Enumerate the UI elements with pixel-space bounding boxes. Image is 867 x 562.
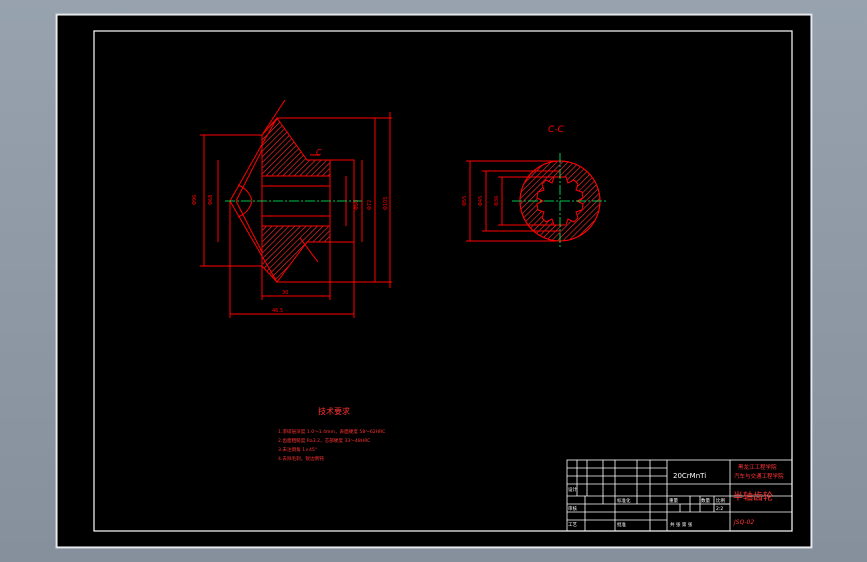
svg-text:Φ96: Φ96 bbox=[192, 195, 198, 205]
tech-note-3: 3.未注倒角 1×45° bbox=[278, 446, 317, 453]
part-name: 半轴齿轮 bbox=[733, 490, 773, 503]
row-standard: 标准化 bbox=[617, 497, 631, 504]
row-designer: 设计 bbox=[568, 486, 577, 493]
school-line-1: 黑龙江工程学院 bbox=[738, 463, 777, 471]
engineering-drawing: Φ96 Φ68 Φ50 Φ72 Φ105 30 46.5 C C-C Φ55 Φ… bbox=[55, 13, 813, 549]
row-process: 工艺 bbox=[568, 522, 577, 528]
row-checker: 审核 bbox=[568, 505, 577, 512]
svg-text:Φ45: Φ45 bbox=[478, 196, 484, 206]
tech-notes-title: 技术要求 bbox=[318, 406, 350, 416]
svg-text:Φ36: Φ36 bbox=[494, 196, 500, 206]
sheets-label: 共 张 第 张 bbox=[670, 521, 693, 528]
drawing-number: JSQ-02 bbox=[733, 519, 754, 526]
school-line-2: 汽车与交通工程学院 bbox=[734, 472, 784, 480]
section-view-label: C-C bbox=[548, 125, 565, 135]
svg-text:Φ55: Φ55 bbox=[462, 196, 468, 206]
svg-text:46.5: 46.5 bbox=[272, 308, 283, 314]
cad-viewport: Φ96 Φ68 Φ50 Φ72 Φ105 30 46.5 C C-C Φ55 Φ… bbox=[0, 0, 867, 562]
sheet-background bbox=[55, 13, 813, 549]
tech-note-4: 4.去除毛刺，锐边倒钝 bbox=[278, 455, 324, 462]
svg-text:30: 30 bbox=[282, 290, 288, 296]
svg-text:Φ72: Φ72 bbox=[367, 200, 373, 210]
weight-label: 重量 bbox=[669, 497, 678, 504]
svg-text:Φ68: Φ68 bbox=[208, 195, 214, 205]
scale-label: 比例 bbox=[716, 497, 725, 504]
tech-note-2: 2.齿面粗糙度 Ra3.2，芯部硬度 33～48HRC bbox=[278, 437, 370, 444]
tech-note-1: 1.渗碳层深度 1.0～1.4mm，表面硬度 58～62HRC bbox=[278, 428, 385, 435]
quantity-label: 数量 bbox=[701, 497, 710, 504]
section-cut-marker: C bbox=[316, 148, 322, 157]
row-approve: 批准 bbox=[617, 521, 626, 528]
svg-text:Φ105: Φ105 bbox=[383, 197, 389, 210]
scale-value: 2:2 bbox=[716, 506, 723, 512]
material-label: 20CrMnTi bbox=[673, 472, 706, 480]
